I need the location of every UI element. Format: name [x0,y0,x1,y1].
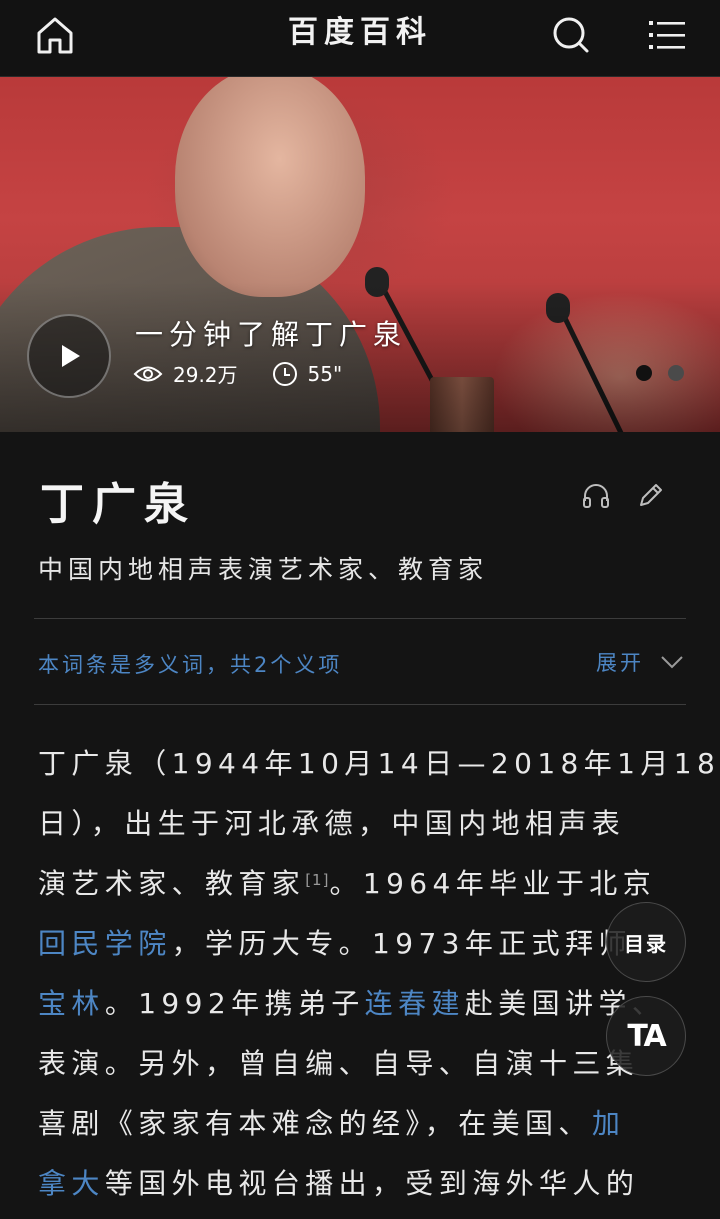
paragraph-text: 等国外电视台播出，受到海外华人的 [104,1167,640,1200]
paragraph-line: 回民学院，学历大专。1973年正式拜师 [38,914,688,974]
table-of-contents-button[interactable]: 目录 [606,902,686,982]
carousel-indicator [636,365,700,381]
eye-icon [133,366,163,381]
paragraph-text: ，学历大专。1973年正式拜师 [171,927,632,960]
inline-link[interactable]: 连春建 [365,987,465,1020]
entry-tools [578,478,686,514]
inline-link[interactable]: 宝林 [38,987,105,1020]
entry-description: 中国内地相声表演艺术家、教育家 [38,555,489,584]
paragraph-text: 演艺术家、教育家 [38,867,306,900]
polysemy-bar[interactable]: 本词条是多义词，共2个义项 展开 [34,619,686,705]
paragraph-text: 。1992年携弟子 [104,987,365,1020]
paragraph-text: 喜剧《家家有本难念的经》，在美国、 [38,1107,592,1140]
paragraph-line: 丁广泉（1944年10月14日—2018年1月18 [38,734,715,794]
citation-reference[interactable]: [1] [305,871,329,889]
video-duration: 55" [272,361,343,387]
paragraph-line: 拿大等国外电视台播出，受到海外华人的 [38,1154,688,1214]
paragraph-text: 表演。另外，曾自编、自导、自演十三集 [38,1047,640,1080]
menu-icon [649,21,685,49]
polysemy-text: 本词条是多义词，共2个义项 [38,653,343,677]
play-icon [62,345,80,367]
inline-link[interactable]: 加 [592,1107,625,1140]
video-title: 一分钟了解丁广泉 [135,318,408,351]
entry-title: 丁广泉 [40,479,196,530]
carousel-dot[interactable] [636,365,652,381]
play-button[interactable] [27,314,111,398]
summary-paragraph: 丁广泉（1944年10月14日—2018年1月18 日），出生于河北承德，中国内地… [38,734,715,1214]
paragraph-line: 日），出生于河北承德，中国内地相声表 [38,794,688,854]
paragraph-text: 丁广泉（1944年10月14日—2018年1月18 [38,747,720,780]
view-count: 29.2万 [133,359,238,388]
paragraph-text: 日），出生于河北承德，中国内地相声表 [38,807,626,840]
pencil-icon [640,484,662,506]
headphones-icon [583,484,609,508]
paragraph-line: 演艺术家、教育家[1]。1964年毕业于北京 [38,854,688,914]
divider [34,704,686,705]
video-banner[interactable]: 一分钟了解丁广泉 29.2万 55" [0,77,720,432]
expand-label: 展开 [596,651,644,675]
inline-link[interactable]: 拿大 [38,1167,105,1200]
clock-icon [272,361,297,386]
search-button[interactable] [544,8,598,62]
edit-button[interactable] [632,478,668,514]
paragraph-text: 。1964年毕业于北京 [329,867,657,900]
ta-button[interactable]: TA [606,996,686,1076]
expand-button[interactable]: 展开 [596,647,684,677]
view-count-text: 29.2万 [173,363,238,387]
app-title: 百度百科 [288,15,432,50]
carousel-dot[interactable] [668,365,684,381]
paragraph-line: 表演。另外，曾自编、自导、自演十三集 [38,1034,688,1094]
photo-person-head [175,77,365,297]
chevron-down-icon [661,656,683,669]
menu-button[interactable] [640,8,694,62]
search-icon [553,17,589,53]
inline-link[interactable]: 回民学院 [38,927,172,960]
duration-text: 55" [307,361,343,386]
listen-button[interactable] [578,478,614,514]
video-meta: 29.2万 55" [133,359,376,388]
paragraph-line: 喜剧《家家有本难念的经》，在美国、加 [38,1094,688,1154]
top-bar: 百度百科 [0,0,720,77]
paragraph-line: 宝林。1992年携弟子连春建赴美国讲学、 [38,974,688,1034]
